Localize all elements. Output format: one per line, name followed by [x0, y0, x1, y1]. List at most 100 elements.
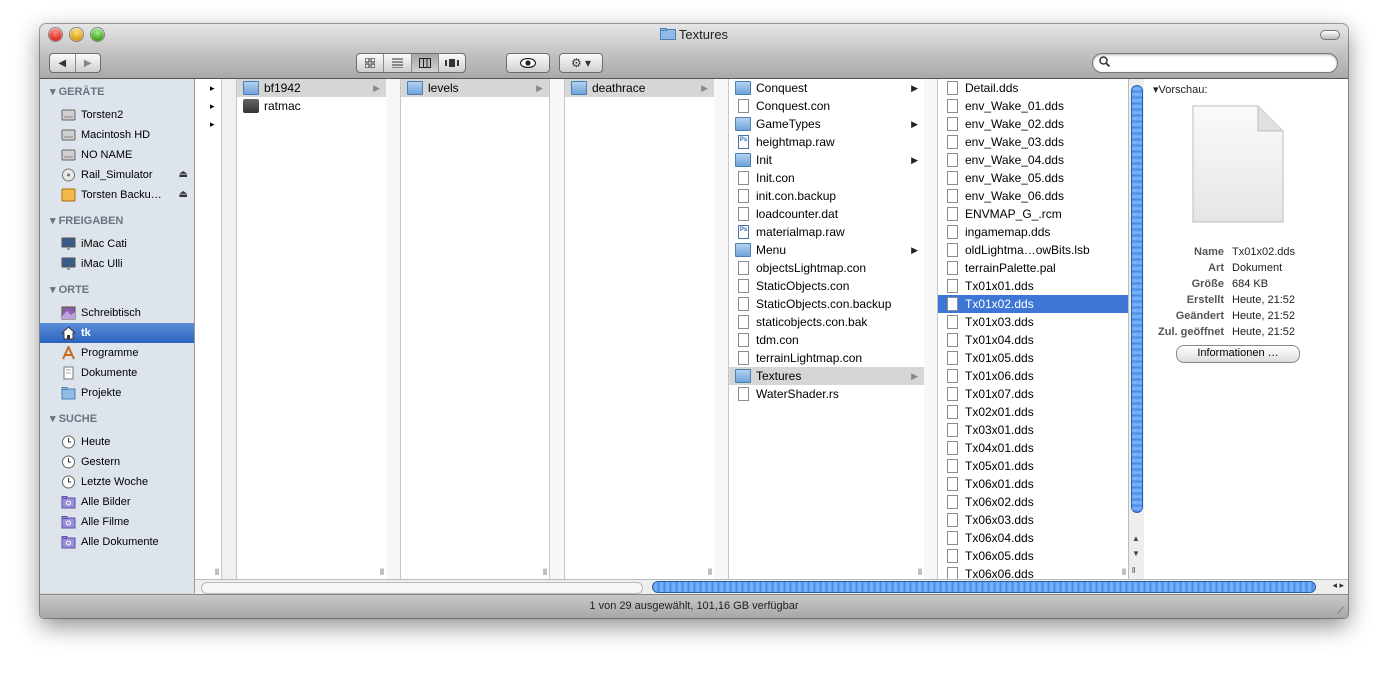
- file-item[interactable]: oldLightma…owBits.lsb: [938, 241, 1128, 259]
- file-item[interactable]: Tx01x03.dds: [938, 313, 1128, 331]
- sidebar-item[interactable]: Projekte: [40, 383, 194, 403]
- sidebar-item[interactable]: Letzte Woche: [40, 472, 194, 492]
- toolbar-toggle-button[interactable]: [1320, 30, 1340, 40]
- file-item[interactable]: Tx01x01.dds: [938, 277, 1128, 295]
- sidebar-section-geräte[interactable]: ▾ GERÄTE: [50, 85, 104, 98]
- file-item[interactable]: WaterShader.rs: [729, 385, 924, 403]
- folder-item[interactable]: GameTypes ▶: [729, 115, 924, 133]
- file-item[interactable]: env_Wake_01.dds: [938, 97, 1128, 115]
- vertical-scrollbar[interactable]: ▲ ▼ ll: [1128, 79, 1144, 579]
- column-resize-handle[interactable]: ll: [708, 567, 712, 577]
- column-root[interactable]: ▸ ▸ ▸ ll: [195, 79, 222, 579]
- column-3[interactable]: ll deathrace ▶: [565, 79, 715, 579]
- eject-icon[interactable]: ⏏: [179, 185, 188, 205]
- file-item[interactable]: Tx06x02.dds: [938, 493, 1128, 511]
- file-item[interactable]: Tx06x03.dds: [938, 511, 1128, 529]
- action-menu-button[interactable]: ⚙ ▾: [559, 53, 603, 73]
- column-2[interactable]: ll levels ▶: [401, 79, 550, 579]
- scroll-up-arrow-icon[interactable]: ▲: [1132, 534, 1140, 543]
- file-item[interactable]: Detail.dds: [938, 79, 1128, 97]
- file-item[interactable]: env_Wake_04.dds: [938, 151, 1128, 169]
- eject-icon[interactable]: ⏏: [179, 165, 188, 185]
- column-resize-handle[interactable]: ll: [918, 567, 922, 577]
- file-item[interactable]: Conquest.con: [729, 97, 924, 115]
- file-item[interactable]: Tx06x06.dds: [938, 565, 1128, 579]
- file-item[interactable]: Tx01x05.dds: [938, 349, 1128, 367]
- sidebar-section-freigaben[interactable]: ▾ FREIGABEN: [50, 214, 123, 227]
- file-item[interactable]: env_Wake_02.dds: [938, 115, 1128, 133]
- file-item[interactable]: terrainLightmap.con: [729, 349, 924, 367]
- file-item[interactable]: Tx06x04.dds: [938, 529, 1128, 547]
- folder-item[interactable]: deathrace ▶: [565, 79, 714, 97]
- sidebar-section-orte[interactable]: ▾ ORTE: [50, 283, 89, 296]
- sidebar-item[interactable]: iMac Ulli: [40, 254, 194, 274]
- search-field[interactable]: [1092, 53, 1338, 73]
- file-item[interactable]: Ps materialmap.raw: [729, 223, 924, 241]
- sidebar-item[interactable]: tk: [40, 323, 194, 343]
- sidebar-item[interactable]: Alle Bilder: [40, 492, 194, 512]
- column-resize-handle[interactable]: ll: [1132, 566, 1136, 575]
- icon-view-button[interactable]: [357, 54, 385, 72]
- file-item[interactable]: Init.con: [729, 169, 924, 187]
- file-item[interactable]: Tx01x04.dds: [938, 331, 1128, 349]
- back-button[interactable]: ◀: [50, 54, 76, 72]
- sidebar-item[interactable]: Macintosh HD: [40, 125, 194, 145]
- sidebar-item[interactable]: iMac Cati: [40, 234, 194, 254]
- scroll-down-arrow-icon[interactable]: ▼: [1132, 549, 1140, 558]
- file-item[interactable]: tdm.con: [729, 331, 924, 349]
- sidebar-item[interactable]: Heute: [40, 432, 194, 452]
- file-item[interactable]: StaticObjects.con: [729, 277, 924, 295]
- file-item[interactable]: Tx01x02.dds: [938, 295, 1128, 313]
- file-item[interactable]: Tx06x05.dds: [938, 547, 1128, 565]
- file-item[interactable]: env_Wake_05.dds: [938, 169, 1128, 187]
- list-view-button[interactable]: [384, 54, 412, 72]
- file-item[interactable]: Tx01x06.dds: [938, 367, 1128, 385]
- sidebar-item[interactable]: Alle Dokumente: [40, 532, 194, 552]
- folder-item[interactable]: Menu ▶: [729, 241, 924, 259]
- file-item[interactable]: Tx04x01.dds: [938, 439, 1128, 457]
- file-item[interactable]: ratmac: [237, 97, 386, 115]
- folder-item[interactable]: levels ▶: [401, 79, 549, 97]
- sidebar-item[interactable]: Schreibtisch: [40, 303, 194, 323]
- vertical-scroll-thumb[interactable]: [1131, 85, 1143, 513]
- forward-button[interactable]: ▶: [76, 54, 101, 72]
- file-item[interactable]: terrainPalette.pal: [938, 259, 1128, 277]
- column-5[interactable]: ll Detail.dds env_Wake_01.dds env_Wake_02.d…: [938, 79, 1128, 579]
- file-item[interactable]: StaticObjects.con.backup: [729, 295, 924, 313]
- sidebar-item[interactable]: Torsten Backu… ⏏: [40, 185, 194, 205]
- file-item[interactable]: Ps heightmap.raw: [729, 133, 924, 151]
- file-item[interactable]: ENVMAP_G_.rcm: [938, 205, 1128, 223]
- sidebar-item[interactable]: Torsten2: [40, 105, 194, 125]
- sidebar-item[interactable]: Programme: [40, 343, 194, 363]
- file-item[interactable]: loadcounter.dat: [729, 205, 924, 223]
- file-item[interactable]: objectsLightmap.con: [729, 259, 924, 277]
- sidebar-item[interactable]: Dokumente: [40, 363, 194, 383]
- file-item[interactable]: Tx02x01.dds: [938, 403, 1128, 421]
- column-resize-handle[interactable]: ll: [543, 567, 547, 577]
- sidebar-item[interactable]: Rail_Simulator ⏏: [40, 165, 194, 185]
- coverflow-view-button[interactable]: [439, 54, 465, 72]
- column-resize-handle[interactable]: ll: [380, 567, 384, 577]
- column-view-button[interactable]: [411, 54, 439, 72]
- file-item[interactable]: Tx01x07.dds: [938, 385, 1128, 403]
- file-item[interactable]: staticobjects.con.bak: [729, 313, 924, 331]
- file-item[interactable]: env_Wake_06.dds: [938, 187, 1128, 205]
- folder-item[interactable]: Textures ▶: [729, 367, 924, 385]
- sidebar-item[interactable]: NO NAME: [40, 145, 194, 165]
- resize-grip-icon[interactable]: ⟋: [1337, 606, 1344, 617]
- scroll-arrows-icon[interactable]: ◂ ▸: [1332, 580, 1344, 591]
- column-4[interactable]: ll Conquest ▶ Conquest.con GameTypes ▶ Ps heigh…: [729, 79, 925, 579]
- quicklook-button[interactable]: [506, 53, 550, 73]
- file-item[interactable]: Tx05x01.dds: [938, 457, 1128, 475]
- column-resize-handle[interactable]: ll: [215, 567, 219, 577]
- file-item[interactable]: env_Wake_03.dds: [938, 133, 1128, 151]
- horizontal-scrollbar[interactable]: ◂ ▸: [195, 579, 1348, 594]
- file-item[interactable]: Tx03x01.dds: [938, 421, 1128, 439]
- folder-item[interactable]: bf1942 ▶: [237, 79, 386, 97]
- folder-item[interactable]: Conquest ▶: [729, 79, 924, 97]
- file-item[interactable]: ingamemap.dds: [938, 223, 1128, 241]
- more-info-button[interactable]: Informationen …: [1176, 345, 1300, 363]
- file-item[interactable]: init.con.backup: [729, 187, 924, 205]
- sidebar-section-suche[interactable]: ▾ SUCHE: [50, 412, 97, 425]
- sidebar-item[interactable]: Gestern: [40, 452, 194, 472]
